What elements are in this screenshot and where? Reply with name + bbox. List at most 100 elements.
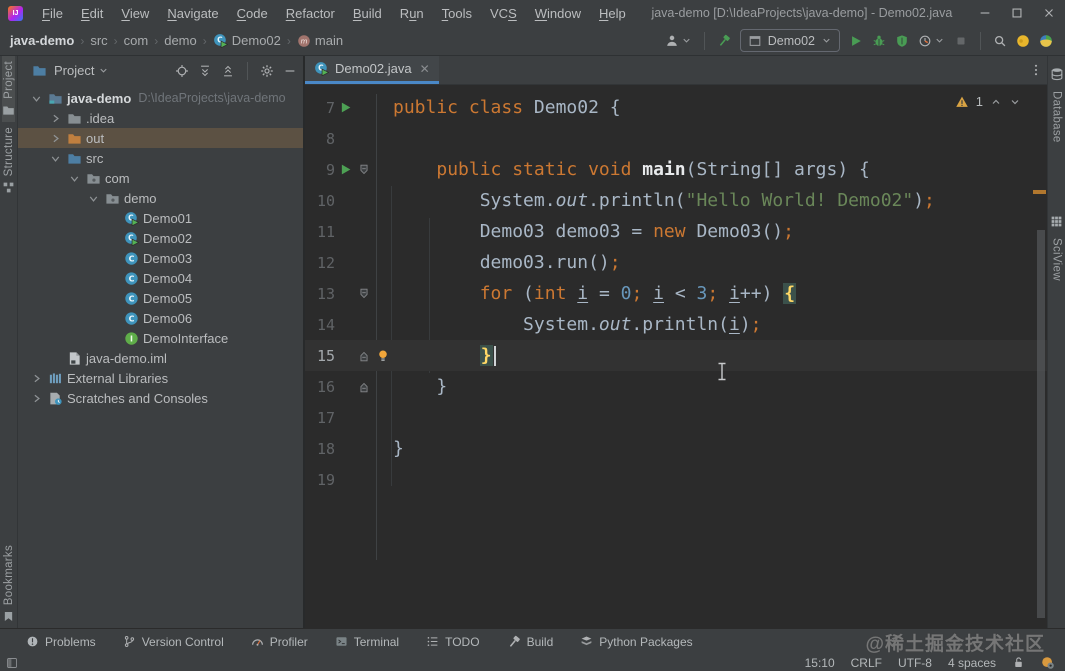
status-caret-position[interactable]: 15:10 <box>805 656 835 670</box>
menu-navigate[interactable]: Navigate <box>158 1 227 26</box>
prev-warning-icon[interactable] <box>990 96 1002 108</box>
editor-scrollbar[interactable] <box>1036 56 1046 628</box>
run-line-icon[interactable] <box>335 101 355 114</box>
code-editor[interactable]: 7public class Demo02 { 8 9 public static v… <box>305 92 1047 495</box>
menu-run[interactable]: Run <box>391 1 433 26</box>
warning-stripe-mark[interactable] <box>1033 190 1046 194</box>
line-number[interactable]: 9 <box>305 161 335 179</box>
status-file-encoding[interactable]: UTF-8 <box>898 656 932 670</box>
tree-item-external-libraries[interactable]: External Libraries <box>18 368 303 388</box>
tool-window-button-build[interactable]: Build <box>507 635 554 649</box>
lock-icon[interactable] <box>1012 656 1025 669</box>
tree-chevron-open-icon[interactable] <box>65 172 84 185</box>
menu-build[interactable]: Build <box>344 1 391 26</box>
line-number[interactable]: 17 <box>305 409 335 427</box>
tool-window-button-python-packages[interactable]: Python Packages <box>580 635 692 649</box>
line-number[interactable]: 13 <box>305 285 335 303</box>
menu-code[interactable]: Code <box>228 1 277 26</box>
tree-chevron-closed-icon[interactable] <box>46 132 65 145</box>
maximize-button[interactable] <box>1001 0 1033 26</box>
breadcrumb-item-demo[interactable]: demo <box>164 33 197 48</box>
menu-view[interactable]: View <box>112 1 158 26</box>
project-panel-title[interactable]: Project <box>54 63 94 78</box>
tree-chevron-closed-icon[interactable] <box>46 112 65 125</box>
menu-refactor[interactable]: Refactor <box>277 1 344 26</box>
plugin-sphere-icon[interactable] <box>1039 34 1053 48</box>
line-number[interactable]: 8 <box>305 130 335 148</box>
tree-chevron-closed-icon[interactable] <box>27 372 46 385</box>
breadcrumb-item-com[interactable]: com <box>124 33 149 48</box>
tool-window-button-todo[interactable]: TODO <box>426 635 479 649</box>
tool-window-button-profiler[interactable]: Profiler <box>251 635 308 649</box>
code-line-19[interactable]: 19 <box>305 464 1047 495</box>
fold-up-icon[interactable] <box>355 380 373 394</box>
settings-circle-icon[interactable] <box>1041 656 1055 670</box>
close-button[interactable] <box>1033 0 1065 26</box>
collapse-all-button[interactable] <box>221 64 235 78</box>
tool-stripe-button-sciview[interactable]: SciView <box>1050 210 1063 286</box>
avatar-icon[interactable] <box>1016 34 1030 48</box>
tree-item-demo03[interactable]: CDemo03 <box>18 248 303 268</box>
profiler-button[interactable] <box>918 34 945 48</box>
run-with-coverage-button[interactable] <box>895 34 909 48</box>
code-line-17[interactable]: 17 <box>305 402 1047 433</box>
line-number[interactable]: 7 <box>305 99 335 117</box>
menu-window[interactable]: Window <box>526 1 590 26</box>
tab-demo02[interactable]: C Demo02.java ✕ <box>305 56 439 84</box>
tool-stripe-button-structure[interactable]: Structure <box>2 122 15 199</box>
line-number[interactable]: 12 <box>305 254 335 272</box>
fold-down-icon[interactable] <box>355 287 373 301</box>
select-opened-file-button[interactable] <box>175 64 189 78</box>
code-line-11[interactable]: 11 Demo03 demo03 = new Demo03(); <box>305 216 1047 247</box>
tree-item-com[interactable]: com <box>18 168 303 188</box>
tool-stripe-button-database[interactable]: Database <box>1050 62 1064 148</box>
fold-down-icon[interactable] <box>355 163 373 177</box>
intention-bulb-icon[interactable] <box>373 349 393 363</box>
tool-window-button-problems[interactable]: Problems <box>26 635 96 649</box>
code-line-8[interactable]: 8 <box>305 123 1047 154</box>
tool-stripe-button-bookmarks[interactable]: Bookmarks <box>2 540 15 628</box>
menu-vcs[interactable]: VCS <box>481 1 526 26</box>
tree-item-demo[interactable]: demo <box>18 188 303 208</box>
tree-item-demo06[interactable]: CDemo06 <box>18 308 303 328</box>
run-line-icon[interactable] <box>335 163 355 176</box>
scrollbar-thumb[interactable] <box>1037 230 1045 618</box>
run-configuration-select[interactable]: Demo02 <box>740 29 840 52</box>
minimize-button[interactable] <box>969 0 1001 26</box>
tree-item-demo01[interactable]: CDemo01 <box>18 208 303 228</box>
code-line-12[interactable]: 12 demo03.run(); <box>305 247 1047 278</box>
breadcrumb-item-java-demo[interactable]: java-demo <box>10 33 74 48</box>
gear-icon[interactable] <box>260 64 274 78</box>
tree-chevron-open-icon[interactable] <box>84 192 103 205</box>
user-menu-button[interactable] <box>665 34 692 48</box>
code-line-7[interactable]: 7public class Demo02 { <box>305 92 1047 123</box>
tab-close-icon[interactable]: ✕ <box>420 62 430 76</box>
status-line-endings[interactable]: CRLF <box>851 656 882 670</box>
tool-window-button-version-control[interactable]: Version Control <box>123 635 224 649</box>
code-line-13[interactable]: 13 for (int i = 0; i < 3; i++) { <box>305 278 1047 309</box>
stop-button[interactable] <box>954 34 968 48</box>
menu-edit[interactable]: Edit <box>72 1 112 26</box>
tree-item-src[interactable]: src <box>18 148 303 168</box>
code-line-14[interactable]: 14 System.out.println(i); <box>305 309 1047 340</box>
code-line-18[interactable]: 18} <box>305 433 1047 464</box>
line-number[interactable]: 14 <box>305 316 335 334</box>
line-number[interactable]: 15 <box>305 347 335 365</box>
line-number[interactable]: 19 <box>305 471 335 489</box>
chevron-down-icon[interactable] <box>98 65 109 76</box>
expand-all-button[interactable] <box>198 64 212 78</box>
breadcrumb-item-src[interactable]: src <box>90 33 107 48</box>
code-line-9[interactable]: 9 public static void main(String[] args)… <box>305 154 1047 185</box>
tool-stripe-button-project[interactable]: Project <box>2 56 15 122</box>
tree-chevron-open-icon[interactable] <box>46 152 65 165</box>
tree-item-out[interactable]: out <box>18 128 303 148</box>
tree-item-demo04[interactable]: CDemo04 <box>18 268 303 288</box>
run-button[interactable] <box>849 34 863 48</box>
tree-item-demo02[interactable]: CDemo02 <box>18 228 303 248</box>
tool-window-button-terminal[interactable]: Terminal <box>335 635 399 649</box>
breadcrumb-item-demo02[interactable]: CDemo02 <box>213 33 281 48</box>
code-line-10[interactable]: 10 System.out.println("Hello World! Demo… <box>305 185 1047 216</box>
breadcrumb-item-main[interactable]: mmain <box>297 33 343 48</box>
build-project-button[interactable] <box>717 34 731 48</box>
menu-help[interactable]: Help <box>590 1 635 26</box>
